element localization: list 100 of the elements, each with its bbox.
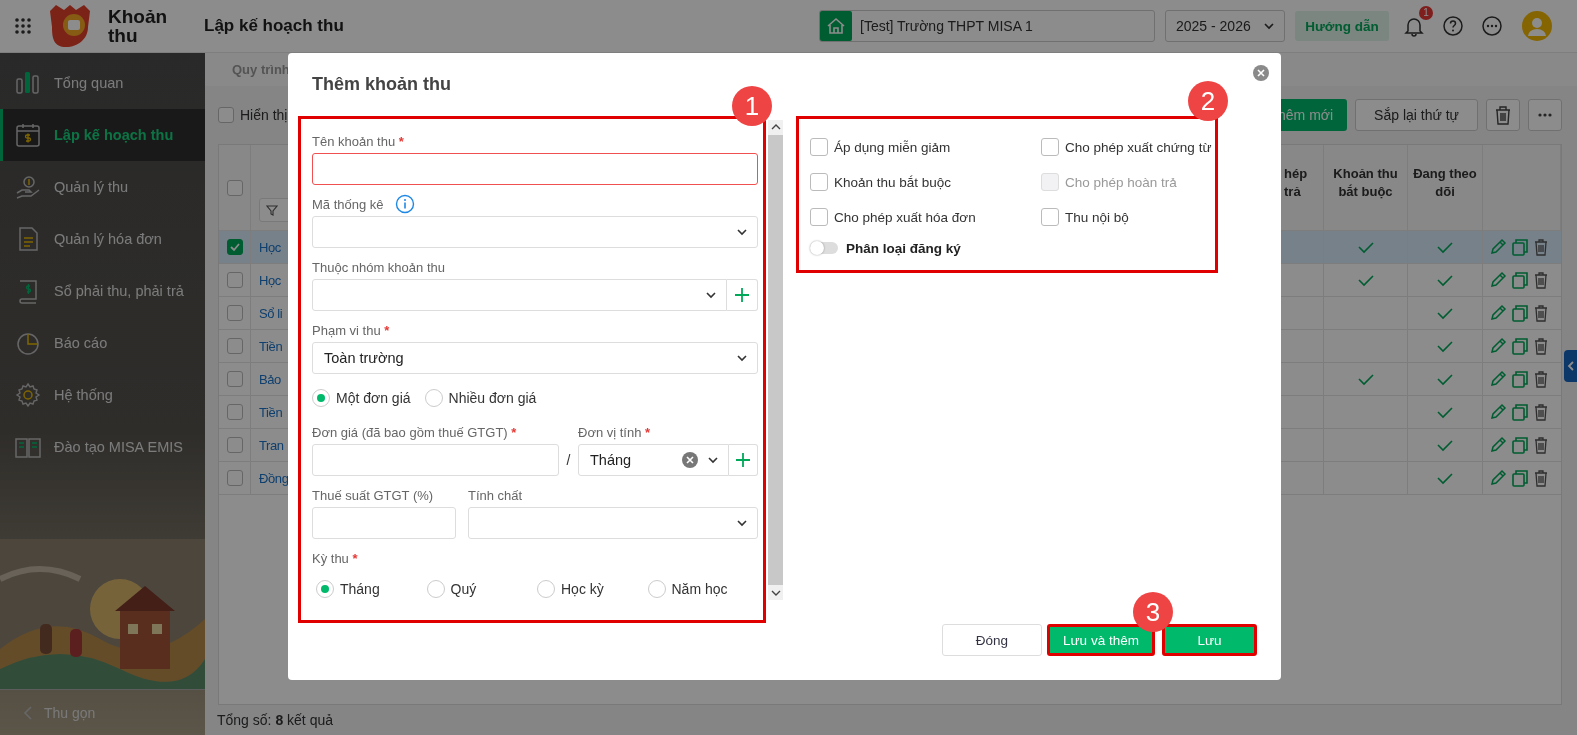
apps-icon[interactable] (14, 17, 32, 35)
checkbox[interactable]: Hiển thị (218, 107, 288, 123)
column-header: hép trả (1284, 165, 1309, 201)
copy-icon[interactable] (1511, 469, 1529, 487)
plus-icon (733, 286, 751, 304)
sidebar-item[interactable]: Sổ phải thu, phải trả (0, 265, 205, 317)
text-field[interactable] (312, 153, 758, 185)
clear-icon[interactable] (681, 451, 699, 469)
callout-badge: 2 (1188, 81, 1228, 121)
radio-button[interactable]: Học kỳ (537, 580, 604, 598)
trash-icon[interactable] (1533, 337, 1549, 355)
item-link[interactable]: Tran (259, 437, 284, 453)
item-link[interactable]: Sổ li (259, 305, 283, 321)
add-button[interactable] (729, 444, 758, 476)
radio-button[interactable]: Tháng (316, 580, 380, 598)
row-checkbox[interactable] (226, 437, 243, 453)
save-and-add-button[interactable]: Lưu và thêm (1047, 624, 1155, 656)
field-label: Đơn vị tính * (578, 424, 651, 440)
checkbox[interactable]: Cho phép xuất chứng từ (1041, 137, 1241, 157)
trash-icon[interactable] (1533, 238, 1549, 256)
page-title: Lập kế hoạch thu (204, 16, 344, 36)
row-checkbox[interactable] (226, 470, 243, 486)
item-link[interactable]: Học (259, 272, 281, 288)
checkbox[interactable]: Cho phép xuất hóa đơn (810, 207, 1041, 227)
pencil-icon[interactable] (1489, 403, 1507, 421)
trash-icon[interactable] (1533, 403, 1549, 421)
more-icon (1537, 112, 1553, 118)
checkbox[interactable]: Khoản thu bắt buộc (810, 172, 1041, 192)
more-button[interactable] (1528, 99, 1562, 131)
save-button[interactable]: Lưu (1162, 624, 1257, 656)
avatar[interactable] (1522, 11, 1552, 41)
reorder-button[interactable]: Sắp lại thứ tự (1355, 99, 1478, 131)
year-select[interactable]: 2025 - 2026 (1165, 10, 1285, 42)
pencil-icon[interactable] (1489, 304, 1507, 322)
trash-icon[interactable] (1533, 436, 1549, 454)
pencil-icon[interactable] (1489, 469, 1507, 487)
row-checkbox[interactable] (226, 305, 243, 321)
copy-icon[interactable] (1511, 304, 1529, 322)
check-icon (228, 241, 241, 253)
item-link[interactable]: Học (259, 239, 281, 255)
copy-icon[interactable] (1511, 436, 1529, 454)
more-icon[interactable] (1481, 15, 1503, 37)
school-selector[interactable]: [Test] Trường THPT MISA 1 (819, 10, 1155, 42)
radio-button[interactable]: Một đơn giá (312, 389, 411, 407)
info-icon[interactable] (394, 194, 415, 214)
delete-button[interactable] (1486, 99, 1520, 131)
item-link[interactable]: Bảo (259, 371, 281, 387)
copy-icon[interactable] (1511, 337, 1529, 355)
radio-button[interactable]: Năm học (647, 580, 728, 598)
sidebar-item[interactable]: Quản lý hóa đơn (0, 213, 205, 265)
chevron-down-icon (736, 352, 748, 364)
pencil-icon[interactable] (1489, 337, 1507, 355)
bell-icon[interactable] (1403, 15, 1425, 37)
sidebar-item[interactable]: Hệ thống (0, 369, 205, 421)
close-button[interactable]: Đóng (942, 624, 1042, 656)
pencil-icon[interactable] (1489, 271, 1507, 289)
sidebar-item[interactable]: Lập kế hoạch thu (0, 109, 205, 161)
help-button[interactable]: Hướng dẫn (1295, 11, 1389, 41)
help-icon[interactable] (1442, 15, 1464, 37)
item-link[interactable]: Tiền (259, 404, 283, 420)
copy-icon[interactable] (1511, 238, 1529, 256)
copy-icon[interactable] (1511, 370, 1529, 388)
trash-icon[interactable] (1533, 469, 1549, 487)
trash-icon[interactable] (1533, 370, 1549, 388)
row-checkbox[interactable] (226, 239, 243, 255)
checkbox[interactable]: Áp dụng miễn giảm (810, 137, 1041, 157)
trash-icon[interactable] (1533, 271, 1549, 289)
select-field[interactable]: Tháng (578, 444, 729, 476)
row-checkbox[interactable] (226, 371, 243, 387)
field-label: Đơn giá (đã bao gồm thuế GTGT) * (312, 424, 517, 440)
copy-icon[interactable] (1511, 403, 1529, 421)
checkbox[interactable]: Thu nội bộ (1041, 207, 1241, 227)
select-field[interactable] (468, 507, 758, 539)
row-checkbox[interactable] (226, 272, 243, 288)
row-checkbox[interactable] (226, 404, 243, 420)
pencil-icon[interactable] (1489, 238, 1507, 256)
trash-icon[interactable] (1533, 304, 1549, 322)
sidebar-item[interactable]: Tổng quan (0, 57, 205, 109)
item-link[interactable]: Đồng (259, 470, 289, 486)
sidebar-item[interactable]: Quản lý thu (0, 161, 205, 213)
sidebar-item[interactable]: Báo cáo (0, 317, 205, 369)
sidebar-item[interactable]: Đào tạo MISA EMIS (0, 421, 205, 473)
pencil-icon[interactable] (1489, 370, 1507, 388)
school-icon (820, 11, 852, 41)
copy-icon[interactable] (1511, 271, 1529, 289)
row-checkbox[interactable] (226, 338, 243, 354)
toggle-switch[interactable]: Phân loại đăng ký (810, 238, 1041, 258)
plus-icon (734, 451, 752, 469)
select-field[interactable] (312, 216, 758, 248)
radio-button[interactable]: Quý (426, 580, 477, 598)
select-field[interactable]: Toàn trường (312, 342, 758, 374)
select-field[interactable] (312, 279, 727, 311)
add-button[interactable] (727, 279, 758, 311)
select-all-checkbox[interactable] (226, 180, 243, 196)
pencil-icon[interactable] (1489, 436, 1507, 454)
collapse-tab[interactable] (1564, 350, 1577, 382)
item-link[interactable]: Tiền (259, 338, 283, 354)
chevron-down-icon (736, 517, 748, 529)
close-icon[interactable] (1252, 64, 1270, 82)
radio-button[interactable]: Nhiều đơn giá (424, 389, 537, 407)
